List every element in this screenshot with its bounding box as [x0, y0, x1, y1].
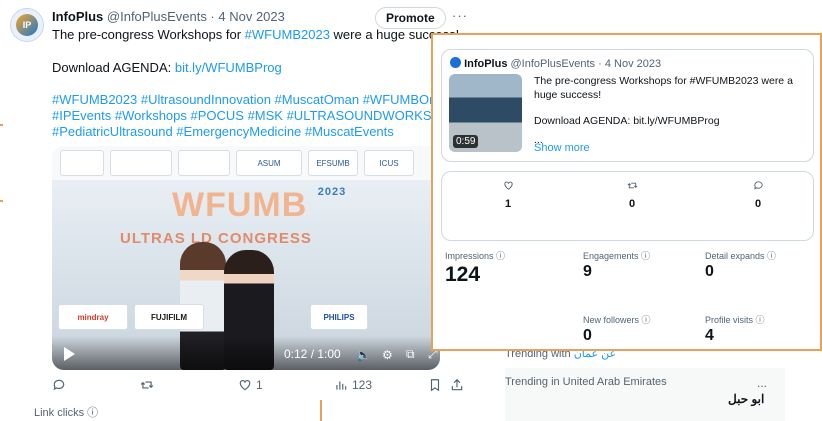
link-clicks-label: Link clicks ⓘ: [34, 407, 99, 419]
settings-icon[interactable]: ⚙: [382, 348, 393, 362]
engagements-value: 9: [583, 263, 592, 280]
more-options-icon[interactable]: ···: [452, 8, 468, 23]
sponsor-logo: FUJIFILM: [134, 304, 204, 330]
analytics-popover: InfoPlus @InfoPlusEvents · 4 Nov 2023 0:…: [431, 33, 822, 351]
trend-name: ابو حبل: [728, 392, 765, 406]
promote-button[interactable]: Promote: [375, 7, 446, 29]
reply-button[interactable]: [52, 378, 70, 392]
annotation-tick: [0, 124, 3, 126]
video-frame-year: 2023: [317, 186, 347, 198]
sponsor-logo: [110, 150, 172, 176]
preview-duration: 0:59: [453, 135, 479, 148]
sponsor-logo: [178, 150, 230, 176]
sponsor-logo: mindray: [58, 304, 128, 330]
new-followers-value: 0: [583, 327, 592, 344]
account-name[interactable]: InfoPlus: [52, 9, 103, 24]
profile-visits-label: Profile visits ⓘ: [705, 315, 765, 325]
video-frame-title: WFUMB 2023: [172, 186, 346, 225]
retweet-icon: [627, 182, 637, 189]
avatar-mini-icon: [450, 57, 461, 68]
hashtags-line-3[interactable]: #PediatricUltrasound #EmergencyMedicine …: [52, 124, 394, 140]
preview-header: InfoPlus @InfoPlusEvents · 4 Nov 2023: [450, 57, 661, 70]
sponsor-logo: [60, 150, 104, 176]
hashtag-link[interactable]: #WFUMB2023: [245, 27, 330, 42]
preview-handle-date: @InfoPlusEvents · 4 Nov 2023: [510, 58, 662, 70]
heart-icon: [503, 181, 513, 190]
annotation-line: [320, 400, 322, 421]
preview-thumbnail: 0:59: [449, 74, 522, 152]
hashtags-line-2[interactable]: #IPEvents #Workshops #POCUS #MSK #ULTRAS…: [52, 108, 460, 124]
preview-line: Download AGENDA: bit.ly/WFUMBProg: [534, 115, 720, 127]
bookmark-button[interactable]: [428, 378, 442, 392]
views-button[interactable]: 123: [334, 378, 372, 392]
sponsor-banner-top: ASUM EFSUMB ICUS: [52, 146, 440, 180]
reply-icon: [53, 379, 65, 391]
likes-count: 1: [504, 198, 512, 210]
sponsor-logo: ICUS: [364, 150, 414, 176]
pip-icon[interactable]: ⧉: [406, 347, 415, 362]
replies-count: 0: [754, 198, 762, 210]
retweets-count: 0: [628, 198, 636, 210]
sponsor-logo: EFSUMB: [308, 150, 358, 176]
sponsor-logo: PHILIPS: [310, 304, 368, 330]
like-button[interactable]: 1: [238, 378, 263, 392]
avatar-logo: IP: [16, 14, 38, 36]
heart-icon: [239, 380, 251, 391]
tweet-header: InfoPlus @InfoPlusEvents · 4 Nov 2023: [52, 9, 285, 24]
likes-stat: 1: [488, 180, 528, 210]
video-frame-subtitle: ULTRAS LD CONGRESS: [120, 230, 312, 247]
like-count: 1: [256, 378, 263, 392]
preview-line: The pre-congress Workshops for #WFUMB202…: [534, 75, 793, 87]
views-chart-icon: [336, 381, 347, 390]
preview-account-name: InfoPlus: [464, 58, 508, 70]
profile-visits-value: 4: [705, 327, 714, 344]
share-icon: [451, 378, 463, 391]
tweet-text-prefix: The pre-congress Workshops for: [52, 27, 245, 42]
video-frame-title-text: WFUMB: [172, 186, 308, 224]
retweet-icon: [140, 381, 154, 389]
hashtags-link[interactable]: #WFUMB2023 #UltrasoundInnovation #Muscat…: [52, 92, 447, 107]
engagement-summary: 1 0 0: [441, 171, 814, 241]
annotation-tick: [0, 200, 3, 202]
bookmark-icon: [430, 379, 440, 392]
show-more-link[interactable]: Show more: [534, 142, 590, 154]
play-icon[interactable]: [64, 347, 75, 361]
impressions-label: Impressions ⓘ: [445, 251, 506, 261]
hashtags-link[interactable]: #IPEvents #Workshops #POCUS #MSK #ULTRAS…: [52, 108, 460, 123]
tweet-actions: 1 123: [52, 378, 464, 396]
preview-line: huge success!: [534, 89, 602, 101]
new-followers-label: New followers ⓘ: [583, 315, 651, 325]
engagements-label: Engagements ⓘ: [583, 251, 651, 261]
detail-expands-label: Detail expands ⓘ: [705, 251, 777, 261]
video-player[interactable]: ASUM EFSUMB ICUS WFUMB 2023 ULTRAS LD CO…: [52, 146, 440, 370]
preview-text: The pre-congress Workshops for #WFUMB202…: [534, 74, 793, 147]
download-link[interactable]: bit.ly/WFUMBProg: [175, 60, 282, 75]
trend-more-icon[interactable]: ...: [757, 376, 767, 390]
retweets-stat: 0: [612, 180, 652, 210]
video-timecode: 0:12 / 1:00: [284, 347, 341, 361]
download-label: Download AGENDA:: [52, 60, 175, 75]
hashtags-link[interactable]: #PediatricUltrasound #EmergencyMedicine …: [52, 124, 394, 139]
avatar[interactable]: IP: [10, 8, 44, 42]
download-line: Download AGENDA: bit.ly/WFUMBProg: [52, 60, 282, 76]
detail-expands-value: 0: [705, 263, 714, 280]
tweet-preview-card[interactable]: InfoPlus @InfoPlusEvents · 4 Nov 2023 0:…: [441, 49, 814, 162]
reply-icon: [753, 181, 763, 190]
share-button[interactable]: [450, 378, 464, 392]
hashtags-line-1[interactable]: #WFUMB2023 #UltrasoundInnovation #Muscat…: [52, 92, 447, 108]
retweet-button[interactable]: [140, 378, 158, 392]
trend-context-2: Trending in United Arab Emirates: [505, 376, 667, 388]
impressions-value: 124: [445, 263, 481, 286]
tweet-line-1: The pre-congress Workshops for #WFUMB202…: [52, 27, 459, 43]
views-count: 123: [352, 378, 373, 392]
replies-stat: 0: [738, 180, 778, 210]
sponsor-logo: ASUM: [236, 150, 302, 176]
handle-date: @InfoPlusEvents · 4 Nov 2023: [106, 9, 285, 24]
volume-icon[interactable]: 🔈: [356, 348, 371, 362]
sponsor-banner-bottom: mindray FUJIFILM PHILIPS: [52, 304, 440, 330]
